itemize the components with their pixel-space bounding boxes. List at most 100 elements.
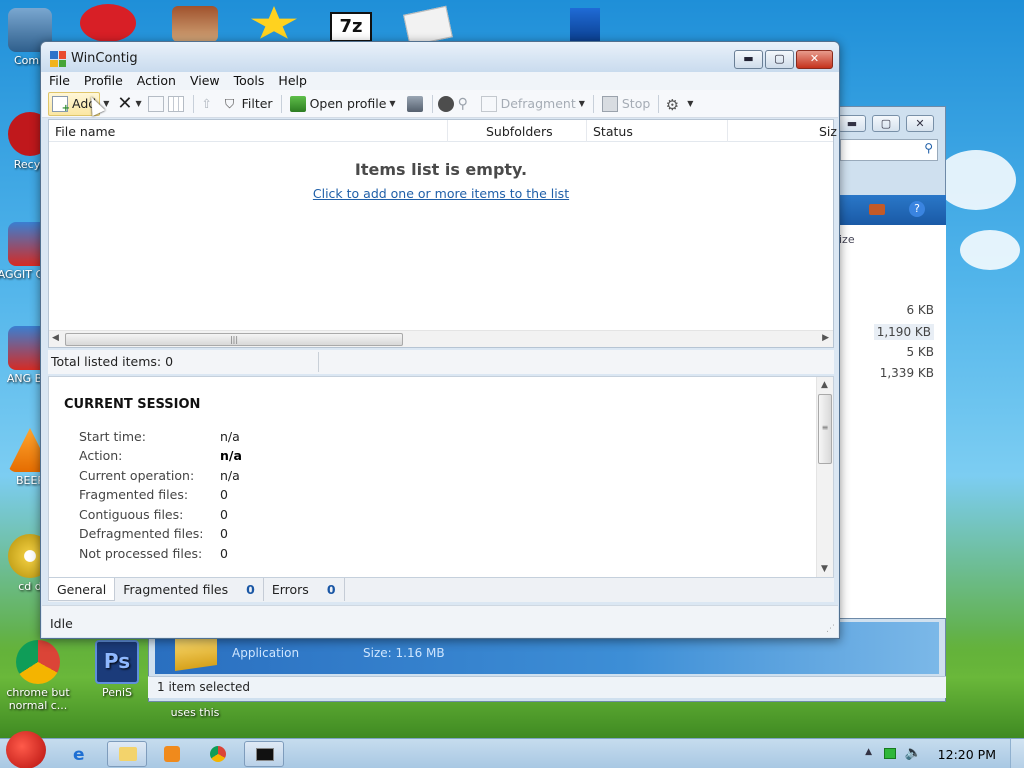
taskbar-internet-explorer[interactable]: e — [62, 741, 102, 767]
maximize-button[interactable]: ▢ — [872, 115, 900, 132]
column-header-size[interactable]: ize — [839, 233, 855, 246]
desktop-icon-photoshop[interactable]: Ps PeniS — [82, 640, 152, 699]
maximize-button[interactable]: ▢ — [765, 50, 794, 69]
media-player-icon — [164, 746, 180, 762]
column-header-size[interactable]: Siz — [819, 124, 837, 139]
briefcase-icon[interactable] — [869, 204, 885, 215]
minimize-button[interactable]: ▬ — [838, 115, 866, 132]
desktop-cloud — [936, 150, 1016, 210]
save-profile-icon[interactable] — [406, 95, 423, 112]
defragment-button[interactable]: Defragment ▼ — [478, 92, 588, 116]
items-list[interactable]: File name Subfolders Status Siz Items li… — [48, 119, 837, 348]
file-size: 5 KB — [906, 345, 934, 359]
vertical-scrollbar[interactable]: ▲ ≡ ▼ — [816, 377, 833, 577]
network-icon[interactable] — [884, 748, 896, 759]
help-icon[interactable]: ? — [909, 201, 925, 217]
menu-bar: File Profile Action View Tools Help — [41, 72, 839, 90]
show-hidden-icons-icon[interactable]: ▲ — [865, 747, 872, 757]
scroll-right-arrow[interactable]: ▶ — [822, 333, 829, 343]
properties-icon[interactable] — [147, 95, 164, 112]
search-icon: ⚲ — [924, 141, 933, 155]
scrollbar-thumb[interactable]: ≡ — [818, 394, 832, 464]
desktop-icon-label: PeniS — [101, 686, 133, 699]
desktop-icon-uses-this[interactable]: uses this — [160, 706, 230, 719]
total-items-bar: Total listed items: 0 — [48, 350, 834, 374]
volume-icon[interactable]: 🔈 — [905, 745, 922, 761]
menu-profile[interactable]: Profile — [84, 72, 123, 90]
menu-tools[interactable]: Tools — [234, 72, 265, 90]
taskbar-command-prompt[interactable] — [244, 741, 284, 767]
session-tabs: General Fragmented files 0 Errors 0 — [48, 578, 834, 602]
show-desktop-button[interactable] — [1010, 739, 1024, 768]
file-list[interactable]: ize 6 KB 1,190 KB 5 KB 1,339 KB — [839, 225, 946, 629]
taskbar-media-player[interactable] — [152, 741, 192, 767]
menu-file[interactable]: File — [49, 72, 70, 90]
session-panel: CURRENT SESSION Start time: n/a Action: … — [48, 376, 834, 578]
action-value: n/a — [220, 448, 242, 463]
tab-label: General — [57, 581, 107, 597]
up-icon[interactable]: ⇧ — [199, 96, 215, 112]
remove-dropdown-arrow[interactable]: ▼ — [135, 99, 141, 108]
scrollbar-thumb[interactable]: ||| — [65, 333, 403, 346]
stop-button[interactable]: Stop — [599, 92, 653, 116]
minimize-button[interactable]: ▬ — [734, 50, 763, 69]
scroll-left-arrow[interactable]: ◀ — [52, 333, 59, 343]
file-size: 1,190 KB — [873, 324, 934, 340]
action-label: Action: — [79, 448, 123, 463]
status-text: 1 item selected — [157, 680, 251, 694]
internet-explorer-icon: e — [73, 745, 85, 765]
search-input[interactable]: ⚲ — [840, 139, 938, 161]
grid-icon[interactable] — [167, 95, 184, 112]
not-processed-files-value: 0 — [220, 546, 228, 561]
stop-icon — [601, 95, 618, 112]
start-button[interactable] — [6, 731, 46, 768]
background-explorer-window[interactable]: ▬ ▢ ✕ ⚲ ? ize 6 KB 1,190 KB 5 KB 1,339 K… — [830, 106, 946, 702]
tab-fragmented-files[interactable]: Fragmented files 0 — [115, 578, 264, 601]
filter-button[interactable]: ⛉ Filter — [219, 92, 276, 116]
close-button[interactable]: ✕ — [906, 115, 934, 132]
explorer-command-bar: ? — [839, 195, 946, 225]
tab-count: 0 — [326, 582, 336, 597]
title-bar[interactable]: WinContig ▬ ▢ ✕ — [41, 42, 839, 72]
add-dropdown-arrow[interactable]: ▼ — [103, 99, 109, 108]
analyze-icon[interactable] — [437, 95, 454, 112]
scroll-up-arrow[interactable]: ▲ — [821, 380, 828, 390]
gear-icon[interactable]: ⚙ — [664, 96, 680, 114]
column-header-subfolders[interactable]: Subfolders — [486, 124, 553, 139]
close-button[interactable]: ✕ — [796, 50, 833, 69]
scroll-down-arrow[interactable]: ▼ — [821, 564, 828, 574]
taskbar-chrome[interactable] — [198, 741, 238, 767]
desktop-cloud — [960, 230, 1020, 270]
taskbar-explorer[interactable] — [107, 741, 147, 767]
resize-grip-icon[interactable]: ⋰ — [826, 624, 835, 634]
current-operation-value: n/a — [220, 468, 240, 483]
tab-errors[interactable]: Errors 0 — [264, 578, 345, 601]
fragmented-files-label: Fragmented files: — [79, 487, 189, 502]
tab-general[interactable]: General — [48, 578, 116, 601]
open-profile-button[interactable]: Open profile ▼ — [287, 92, 399, 116]
menu-action[interactable]: Action — [137, 72, 176, 90]
magnifier-icon[interactable]: ⚲ — [458, 96, 474, 112]
defragment-label: Defragment — [500, 96, 576, 111]
fragmented-files-value: 0 — [220, 487, 228, 502]
menu-view[interactable]: View — [190, 72, 220, 90]
column-header-file-name[interactable]: File name — [55, 124, 115, 139]
toolbar-separator — [658, 94, 660, 113]
remove-icon[interactable]: ✕ — [117, 93, 132, 114]
contiguous-files-label: Contiguous files: — [79, 507, 184, 522]
column-header-status[interactable]: Status — [593, 124, 633, 139]
status-bar: Idle ⋰ — [42, 605, 838, 637]
wincontig-window[interactable]: WinContig ▬ ▢ ✕ File Profile Action View… — [40, 41, 840, 639]
defragmented-files-value: 0 — [220, 526, 228, 541]
status-text: Idle — [50, 616, 73, 631]
menu-help[interactable]: Help — [278, 72, 307, 90]
game-icon — [172, 6, 218, 42]
chevron-down-icon: ▼ — [389, 99, 396, 108]
clock[interactable]: 12:20 PM — [938, 747, 996, 762]
horizontal-scrollbar[interactable]: ◀ ||| ▶ — [49, 330, 833, 347]
filter-label: Filter — [241, 96, 273, 111]
add-items-link[interactable]: Click to add one or more items to the li… — [49, 186, 833, 201]
wincontig-app-icon — [50, 51, 66, 67]
desktop-icon-chrome[interactable]: chrome but normal c... — [3, 640, 73, 712]
chevron-down-icon[interactable]: ▼ — [687, 99, 693, 108]
